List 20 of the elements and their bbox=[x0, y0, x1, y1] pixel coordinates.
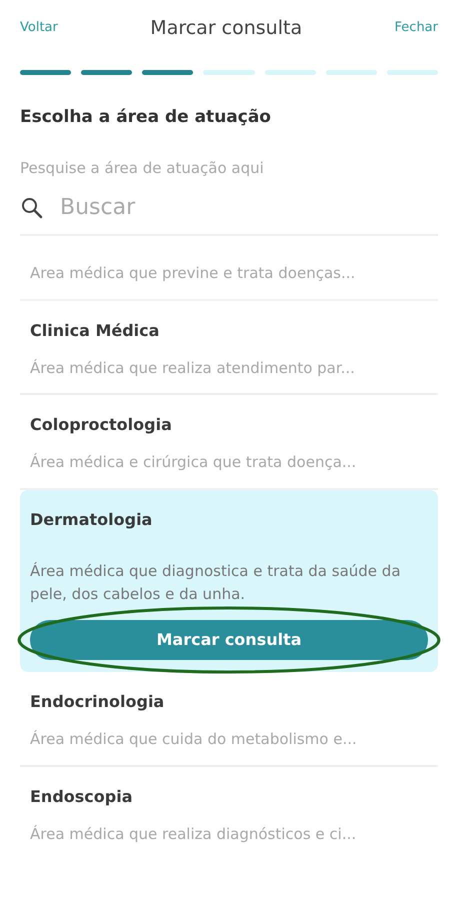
specialty-description: Área médica que diagnostica e trata da saúde da pele, dos cabelos e da unha. bbox=[30, 560, 402, 605]
section-heading: Escolha a área de atuação bbox=[20, 106, 272, 129]
specialty-row[interactable]: Endocrinologia Área médica que cuida do metabolismo e... bbox=[20, 672, 438, 766]
book-button[interactable]: Marcar consulta bbox=[30, 620, 428, 660]
specialty-row[interactable]: Clinica Médica Área médica que realiza atendimento par... bbox=[20, 300, 438, 395]
specialty-title[interactable]: Endocrinologia bbox=[30, 672, 428, 714]
specialty-title: Dermatologia bbox=[30, 508, 154, 530]
specialty-description: Área médica e cirúrgica que trata doença... bbox=[30, 452, 358, 473]
specialty-description: Area médica que previne e trata doenças... bbox=[30, 263, 356, 284]
specialty-title[interactable]: Clinica Médica bbox=[30, 300, 428, 342]
search-icon bbox=[20, 196, 44, 220]
search-label: Pesquise a área de atuação aqui bbox=[20, 158, 265, 178]
specialty-description: Área médica que realiza diagnósticos e ci... bbox=[30, 824, 358, 844]
specialty-title[interactable]: Coloproctologia bbox=[30, 395, 428, 437]
specialty-title[interactable]: Endoscopia bbox=[30, 766, 428, 808]
specialty-card[interactable]: Dermatologia Área médica que diagnostica e trata da saúde da pele, dos cabelos e da unha. Marcar consulta bbox=[20, 490, 438, 672]
specialty-row[interactable]: Endoscopia Área médica que realiza diagnósticos e ci... bbox=[20, 766, 438, 859]
specialty-description: Área médica que cuida do metabolismo e... bbox=[30, 729, 358, 750]
specialty-description: Área médica que realiza atendimento par... bbox=[30, 358, 356, 378]
screen-title: Marcar consulta bbox=[150, 16, 302, 41]
